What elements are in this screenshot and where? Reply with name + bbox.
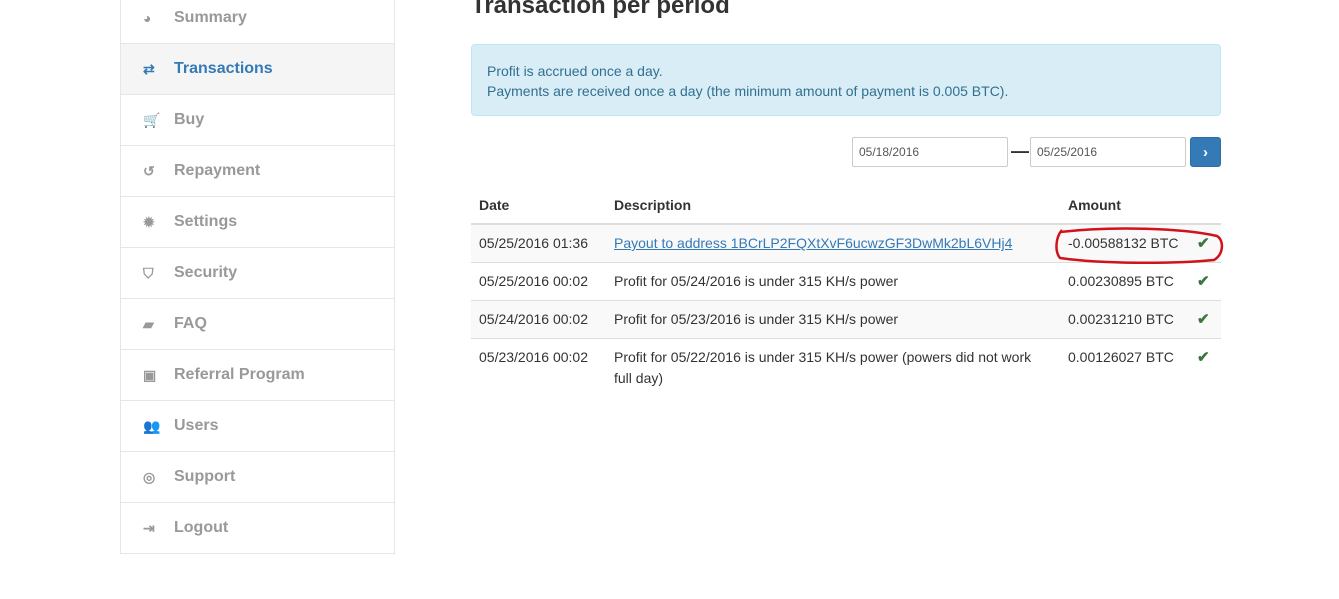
alert-line: Profit is accrued once a day. [487,63,663,79]
sidebar-item-label: FAQ [174,315,207,332]
description-cell: Profit for 05/24/2016 is under 315 KH/s … [606,262,1060,301]
check-icon: ✔ [1189,300,1221,339]
column-header-amount: Amount [1060,187,1189,225]
users-icon: 👥 [143,417,161,434]
description-cell: Profit for 05/23/2016 is under 315 KH/s … [606,300,1060,339]
payout-address-link[interactable]: Payout to address 1BCrLP2FQXtXvF6ucwzGF3… [614,235,1012,251]
cart-icon: 🛒 [143,111,161,128]
sidebar-item-faq[interactable]: ▰ FAQ [121,298,394,349]
amount-cell: -0.00588132 BTC [1060,223,1189,263]
sidebar-item-label: Users [174,417,219,434]
sidebar-item-label: Referral Program [174,366,305,383]
sidebar-item-label: Summary [174,8,247,26]
sidebar-item-label: Support [174,468,236,485]
page-title: Transaction per period [471,0,730,19]
sidebar-item-label: Security [174,264,238,281]
table-row: 05/25/2016 01:36 Payout to address 1BCrL… [471,223,1221,263]
money-icon: ▣ [143,366,157,383]
table-row: 05/25/2016 00:02 Profit for 05/24/2016 i… [471,262,1221,301]
description-cell: Payout to address 1BCrLP2FQXtXvF6ucwzGF3… [606,223,1060,263]
chevron-right-icon: › [1203,143,1208,161]
sidebar-item-support[interactable]: ◎ Support [121,451,394,502]
shield-icon: ⛉ [143,264,154,281]
amount-cell: 0.00126027 BTC [1060,338,1189,397]
column-header-description: Description [606,187,1060,225]
sidebar-item-label: Logout [174,519,229,536]
date-cell: 05/24/2016 00:02 [471,300,606,339]
sidebar-item-referral[interactable]: ▣ Referral Program [121,349,394,400]
info-alert: Profit is accrued once a day. Payments a… [471,44,1221,116]
date-to-input[interactable] [1030,137,1186,167]
sidebar-item-buy[interactable]: 🛒 Buy [121,94,394,145]
alert-line: Payments are received once a day (the mi… [487,83,1009,99]
apply-filter-button[interactable]: › [1190,137,1221,167]
sidebar-item-label: Buy [174,111,205,128]
exchange-icon: ⇄ [143,60,155,77]
book-icon: ▰ [143,315,154,332]
life-ring-icon: ◎ [143,468,156,485]
sidebar-item-settings[interactable]: ✹ Settings [121,196,394,247]
transactions-table: Date Description Amount 05/25/2016 01:36… [471,187,1221,397]
sign-out-icon: ⇥ [143,519,155,536]
sidebar-nav: ◕ Summary ⇄ Transactions 🛒 Buy ↺ Repayment ✹… [120,0,395,554]
sidebar-item-logout[interactable]: ⇥ Logout [121,502,394,553]
sidebar-item-label: Settings [174,213,238,230]
check-icon: ✔ [1189,338,1221,397]
description-cell: Profit for 05/22/2016 is under 315 KH/s … [606,338,1060,397]
sidebar-item-users[interactable]: 👥 Users [121,400,394,451]
amount-cell: 0.00231210 BTC [1060,300,1189,339]
table-row: 05/23/2016 00:02 Profit for 05/22/2016 i… [471,338,1221,397]
sidebar-item-repayment[interactable]: ↺ Repayment [121,145,394,196]
check-icon: ✔ [1189,223,1221,263]
date-cell: 05/23/2016 00:02 [471,338,606,397]
dashboard-icon: ◕ [143,9,152,26]
table-row: 05/24/2016 00:02 Profit for 05/23/2016 i… [471,300,1221,339]
date-cell: 05/25/2016 00:02 [471,262,606,301]
column-header-status [1189,187,1221,225]
sidebar-item-label: Transactions [174,60,273,77]
sidebar-item-security[interactable]: ⛉ Security [121,247,394,298]
sidebar-item-summary[interactable]: ◕ Summary [121,0,394,43]
amount-cell: 0.00230895 BTC [1060,262,1189,301]
sidebar-item-label: Repayment [174,162,261,179]
gear-icon: ✹ [143,213,155,230]
sidebar-item-transactions[interactable]: ⇄ Transactions [121,43,394,94]
column-header-date: Date [471,187,606,225]
date-range-separator: — [1011,141,1029,161]
check-icon: ✔ [1189,262,1221,301]
date-cell: 05/25/2016 01:36 [471,223,606,263]
history-icon: ↺ [143,162,155,179]
date-from-input[interactable] [852,137,1008,167]
